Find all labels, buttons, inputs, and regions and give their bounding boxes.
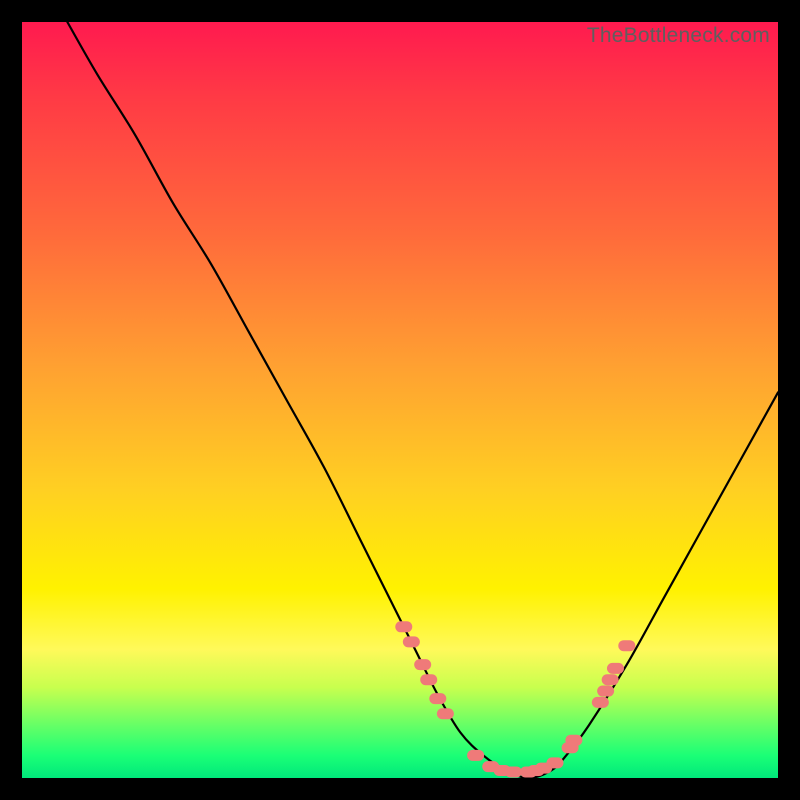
- marker-dot: [607, 663, 624, 674]
- marker-dot: [597, 686, 614, 697]
- marker-dot: [565, 735, 582, 746]
- marker-cluster: [395, 621, 635, 777]
- marker-dot: [437, 708, 454, 719]
- marker-dot: [602, 674, 619, 685]
- marker-dot: [592, 697, 609, 708]
- marker-dot: [414, 659, 431, 670]
- marker-dot: [546, 757, 563, 768]
- marker-dot: [395, 621, 412, 632]
- chart-frame: TheBottleneck.com: [0, 0, 800, 800]
- marker-dot: [420, 674, 437, 685]
- curve-layer: [22, 22, 778, 778]
- marker-dot: [505, 766, 522, 777]
- marker-dot: [467, 750, 484, 761]
- marker-dot: [403, 636, 420, 647]
- plot-area: TheBottleneck.com: [22, 22, 778, 778]
- marker-dot: [429, 693, 446, 704]
- marker-dot: [618, 640, 635, 651]
